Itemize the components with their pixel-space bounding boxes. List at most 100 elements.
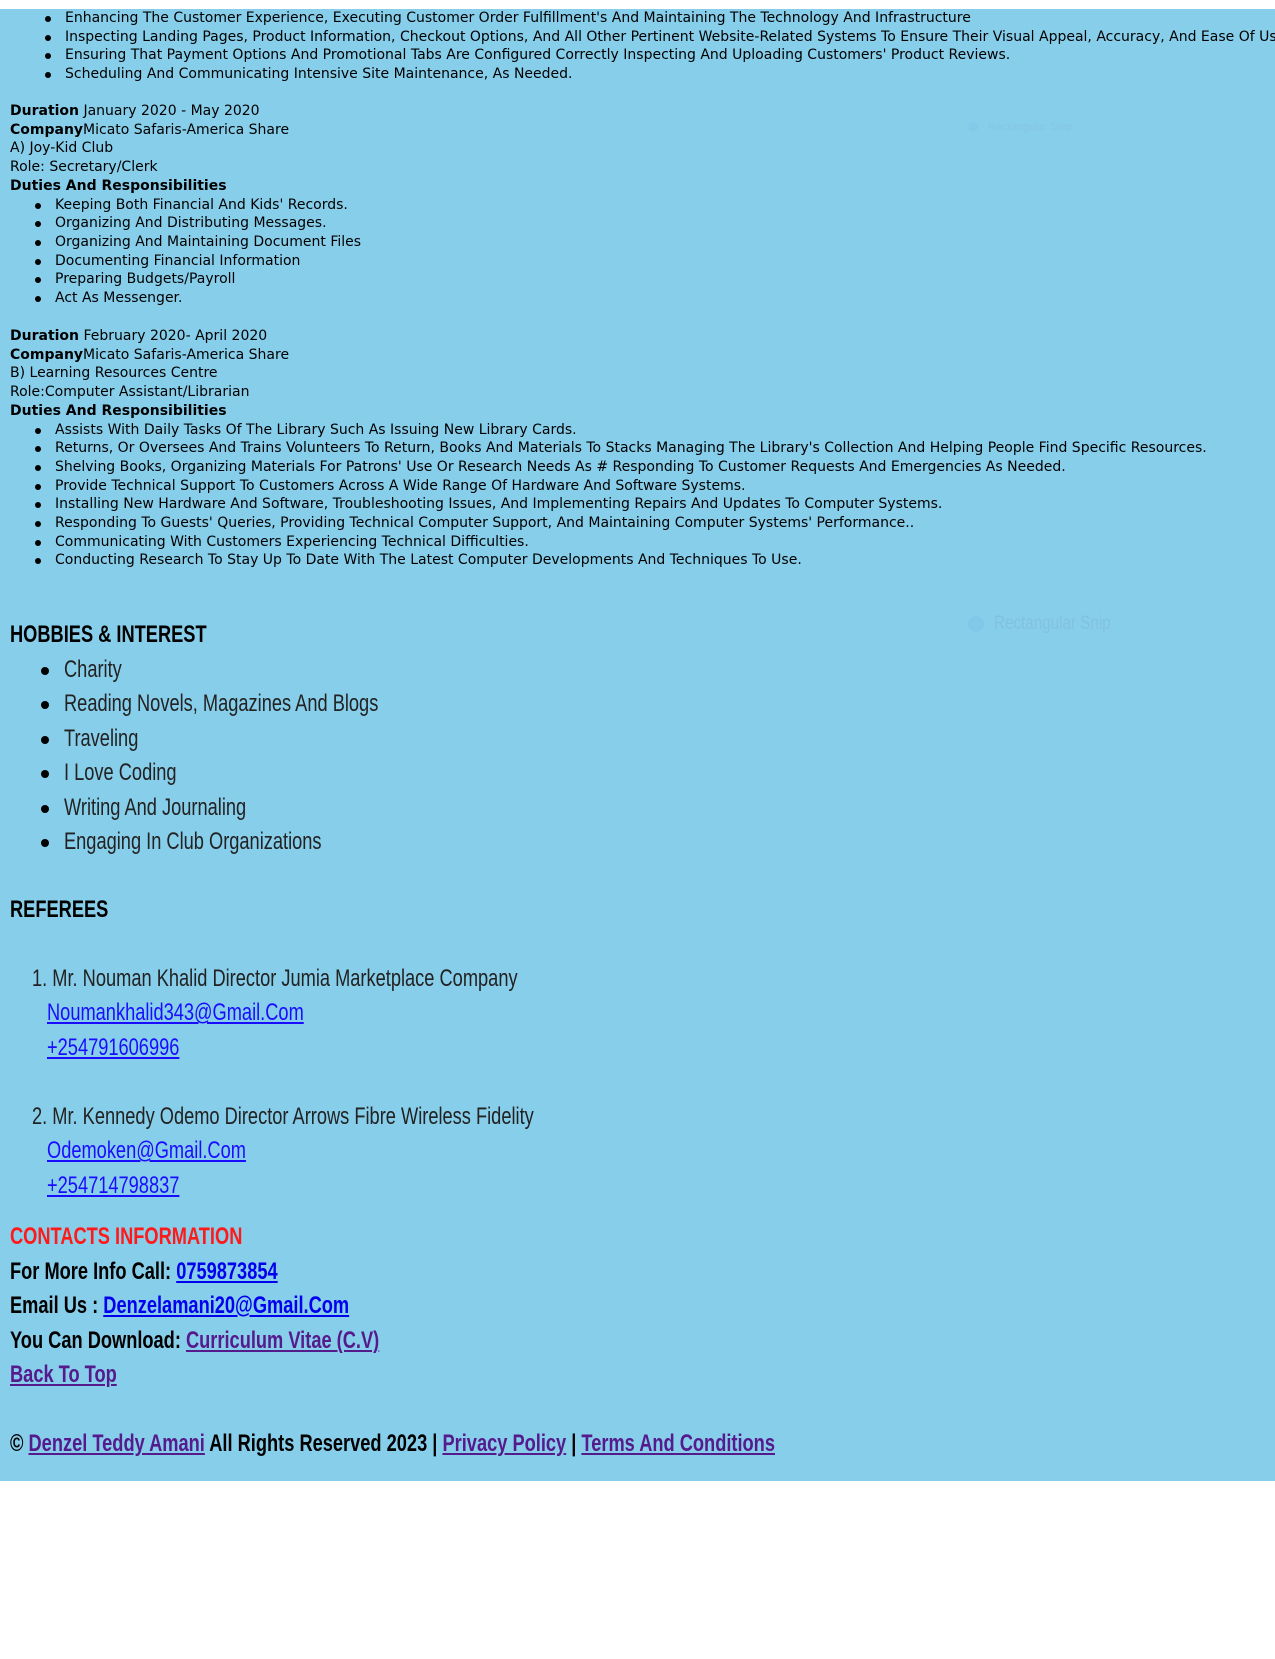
hobby-label: Engaging In Club Organizations — [64, 827, 322, 855]
job-a-duration: Duration January 2020 - May 2020 — [10, 102, 361, 121]
download-label: You Can Download: — [10, 1327, 186, 1354]
company-label: Company — [10, 346, 84, 363]
referee-phone-link[interactable]: +254714798837 — [47, 1169, 179, 1203]
list-item: Traveling — [0, 722, 600, 756]
job-b-section: B) Learning Resources Centre — [10, 365, 218, 382]
referee-phone-row: +254791606996 — [32, 1030, 632, 1064]
footer: © Denzel Teddy Amani All Rights Reserved… — [10, 1429, 1017, 1458]
snip-label: Rectangular Snip — [988, 121, 1073, 133]
list-item: Returns, Or Oversees And Trains Voluntee… — [0, 439, 1207, 458]
job-b-duties-heading: Duties And Responsibilities — [10, 402, 1207, 421]
download-line: You Can Download: Curriculum Vitae (C.V) — [10, 1326, 496, 1355]
email-line: Email Us : Denzelamani20@Gmail.Com — [10, 1291, 456, 1320]
referee-email-link[interactable]: Odemoken@Gmail.Com — [47, 1134, 246, 1168]
cv-download-link[interactable]: Curriculum Vitae (C.V) — [186, 1327, 379, 1354]
privacy-policy-link[interactable]: Privacy Policy — [442, 1430, 566, 1457]
company-value: Micato Safaris-America Share — [83, 121, 290, 138]
footer-row: © Denzel Teddy Amani All Rights Reserved… — [10, 1430, 775, 1458]
referee-title: 2. Mr. Kennedy Odemo Director Arrows Fib… — [32, 1103, 534, 1130]
referee-1: 1. Mr. Nouman Khalid Director Jumia Mark… — [32, 961, 632, 1064]
list-item: Shelving Books, Organizing Materials For… — [0, 458, 1207, 477]
email-link[interactable]: Denzelamani20@Gmail.Com — [103, 1292, 349, 1319]
snip-overlay-small: Rectangular Snip — [968, 121, 1072, 133]
call-number-link[interactable]: 0759873854 — [176, 1258, 277, 1285]
job-a-role: Role: Secretary/Clerk — [10, 159, 158, 176]
bullet-icon — [41, 838, 49, 847]
referee-email-row: Odemoken@Gmail.Com — [32, 1133, 632, 1167]
job-a-duties-heading: Duties And Responsibilities — [10, 177, 361, 196]
owner-link[interactable]: Denzel Teddy Amani — [29, 1430, 205, 1457]
duration-value: January 2020 - May 2020 — [79, 103, 260, 119]
back-to-top-link[interactable]: Back To Top — [10, 1361, 117, 1389]
copyright-symbol: © — [10, 1430, 29, 1457]
referees-heading: REFEREES — [10, 895, 139, 924]
job-a-company: CompanyMicato Safaris-America Share — [10, 121, 361, 140]
referee-email-link[interactable]: Noumankhalid343@Gmail.Com — [47, 996, 304, 1030]
job-a-section: A) Joy-Kid Club — [10, 140, 114, 157]
referee-title-row: 2. Mr. Kennedy Odemo Director Arrows Fib… — [32, 1099, 632, 1133]
list-item: Charity — [0, 653, 600, 687]
contacts-heading-text: CONTACTS INFORMATION — [10, 1223, 243, 1250]
hobbies-list: Charity Reading Novels, Magazines And Bl… — [0, 653, 600, 859]
footer-separator: | — [566, 1430, 582, 1457]
list-item: Provide Technical Support To Customers A… — [0, 477, 1207, 496]
download-row: You Can Download: Curriculum Vitae (C.V) — [10, 1327, 379, 1355]
hobby-label: Traveling — [64, 724, 139, 752]
list-item: Act As Messenger. — [0, 289, 361, 308]
list-item: Writing And Journaling — [0, 791, 600, 825]
terms-link[interactable]: Terms And Conditions — [581, 1430, 775, 1457]
back-to-top-line: Back To Top — [10, 1360, 150, 1389]
intro-duties: Enhancing The Customer Experience, Execu… — [10, 9, 1275, 84]
snip-icon — [968, 615, 984, 632]
job-b-duties-list: Assists With Daily Tasks Of The Library … — [0, 421, 1207, 571]
bullet-icon — [41, 770, 49, 779]
resume-page: Enhancing The Customer Experience, Execu… — [0, 9, 1275, 1481]
list-item: I Love Coding — [0, 756, 600, 790]
list-item: Installing New Hardware And Software, Tr… — [0, 495, 1207, 514]
referee-title: 1. Mr. Nouman Khalid Director Jumia Mark… — [32, 965, 518, 992]
job-b-duration: Duration February 2020- April 2020 — [10, 327, 1207, 346]
list-item: Conducting Research To Stay Up To Date W… — [0, 551, 1207, 570]
intro-duties-list: Enhancing The Customer Experience, Execu… — [10, 9, 1275, 84]
list-item: Preparing Budgets/Payroll — [0, 270, 361, 289]
list-item: Engaging In Club Organizations — [0, 825, 600, 859]
referee-phone-link[interactable]: +254791606996 — [47, 1031, 179, 1065]
job-b-company: CompanyMicato Safaris-America Share — [10, 346, 1207, 365]
call-line: For More Info Call: 0759873854 — [10, 1257, 362, 1286]
hobby-label: Reading Novels, Magazines And Blogs — [64, 690, 379, 718]
job-b: Duration February 2020- April 2020 Compa… — [10, 327, 1207, 570]
contacts-heading: CONTACTS INFORMATION — [10, 1222, 316, 1251]
call-label: For More Info Call: — [10, 1258, 177, 1285]
job-a: Duration January 2020 - May 2020 Company… — [10, 102, 361, 308]
rights-text: All Rights Reserved 2023 | — [204, 1430, 443, 1457]
bullet-icon — [41, 667, 49, 675]
list-item: Documenting Financial Information — [0, 252, 361, 271]
hobbies-heading-text: HOBBIES & INTEREST — [10, 621, 207, 648]
email-label: Email Us : — [10, 1292, 104, 1319]
duties-heading: Duties And Responsibilities — [10, 177, 227, 194]
hobby-label: I Love Coding — [64, 759, 177, 787]
duties-heading: Duties And Responsibilities — [10, 402, 227, 419]
list-item: Inspecting Landing Pages, Product Inform… — [10, 28, 1275, 47]
referees-heading-text: REFEREES — [10, 896, 109, 923]
email-row: Email Us : Denzelamani20@Gmail.Com — [10, 1292, 349, 1320]
referee-email-row: Noumankhalid343@Gmail.Com — [32, 995, 632, 1029]
list-item: Communicating With Customers Experiencin… — [0, 533, 1207, 552]
list-item: Ensuring That Payment Options And Promot… — [10, 46, 1275, 65]
duration-value: February 2020- April 2020 — [79, 328, 268, 344]
snip-icon — [968, 122, 978, 133]
hobbies-heading: HOBBIES & INTEREST — [10, 620, 269, 649]
job-a-duties-list: Keeping Both Financial And Kids' Records… — [0, 196, 361, 308]
bullet-icon — [41, 701, 49, 710]
list-item: Keeping Both Financial And Kids' Records… — [0, 196, 361, 215]
duration-label: Duration — [10, 103, 80, 119]
list-item: Reading Novels, Magazines And Blogs — [0, 687, 600, 721]
job-b-role: Role:Computer Assistant/Librarian — [10, 384, 250, 401]
company-label: Company — [10, 121, 84, 138]
snip-overlay-large: Rectangular Snip — [968, 613, 1140, 635]
company-value: Micato Safaris-America Share — [83, 346, 290, 363]
hobby-label: Writing And Journaling — [64, 793, 247, 821]
hobby-label: Charity — [64, 656, 122, 683]
list-item: Organizing And Distributing Messages. — [0, 214, 361, 233]
bullet-icon — [41, 804, 49, 813]
